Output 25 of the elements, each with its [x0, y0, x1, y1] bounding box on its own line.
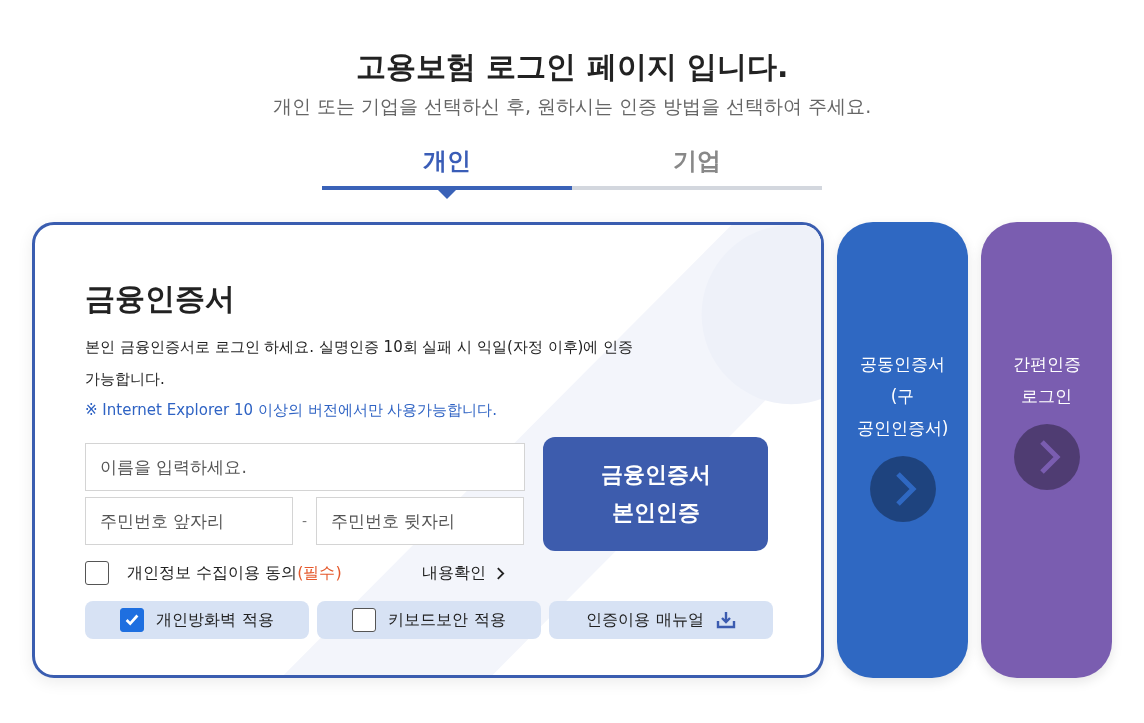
page-subtitle: 개인 또는 기업을 선택하신 후, 원하시는 인증 방법을 선택하여 주세요.: [272, 94, 872, 119]
login-option-card[interactable]: 공동인증서 (구 공인인증서): [837, 222, 968, 678]
download-icon: [715, 611, 736, 629]
consent-checkbox[interactable]: [85, 561, 109, 585]
tab[interactable]: 개인: [322, 134, 572, 199]
card-description: 본인 금융인증서로 로그인 하세요. 실명인증 10회 실패 시 익일(자정 이후)에 인증가능합니다.: [85, 337, 635, 390]
option-label: 개인방화벽 적용: [156, 609, 274, 631]
login-option-card[interactable]: 간편인증 로그인: [981, 222, 1112, 678]
name-field[interactable]: 이름을 입력하세요.: [85, 443, 525, 491]
verify-button[interactable]: 금융인증서 본인인증: [543, 437, 768, 551]
arrow-right-icon: [1013, 424, 1080, 490]
chevron-right-icon: [496, 566, 505, 580]
page-title: 고용보험 로그인 페이지 입니다.: [355, 48, 789, 86]
browser-notice: ※ Internet Explorer 10 이상의 버전에서만 사용가능합니다.: [85, 400, 499, 421]
card-title: 금융인증서: [85, 280, 236, 318]
option-checkbox[interactable]: [120, 608, 145, 632]
tab[interactable]: 기업: [572, 134, 822, 199]
id-number-back-field[interactable]: 주민번호 뒷자리: [316, 497, 525, 545]
arrow-right-icon: [869, 456, 936, 522]
dash-separator: -: [302, 513, 308, 529]
id-number-front-field[interactable]: 주민번호 앞자리: [85, 497, 293, 545]
view-details-link[interactable]: 내용확인: [422, 562, 505, 584]
option-label: 키보드보안 적용: [388, 609, 506, 631]
consent-label: 개인정보 수집이용 동의(필수): [127, 562, 343, 584]
option-checkbox[interactable]: [352, 608, 377, 632]
